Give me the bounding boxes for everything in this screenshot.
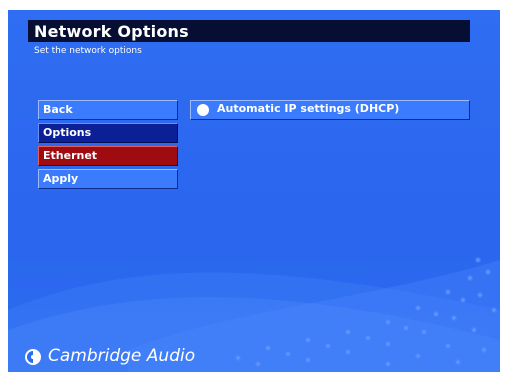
radio-icon[interactable] bbox=[197, 104, 209, 116]
tv-screen: Network Options Set the network options … bbox=[8, 10, 500, 372]
option-dhcp-label: Automatic IP settings (DHCP) bbox=[217, 102, 400, 115]
menu-item-ethernet[interactable]: Ethernet bbox=[38, 146, 178, 166]
menu-item-back[interactable]: Back bbox=[38, 100, 178, 120]
cambridge-audio-logo-icon bbox=[25, 349, 41, 365]
page-title: Network Options bbox=[34, 22, 189, 41]
option-dhcp[interactable]: Automatic IP settings (DHCP) bbox=[190, 100, 470, 120]
brand-name: Cambridge Audio bbox=[48, 346, 196, 366]
menu-item-apply[interactable]: Apply bbox=[38, 169, 178, 189]
menu-item-options[interactable]: Options bbox=[38, 123, 178, 143]
page-subtitle: Set the network options bbox=[34, 46, 142, 56]
left-menu: Back Options Ethernet Apply bbox=[38, 100, 178, 192]
